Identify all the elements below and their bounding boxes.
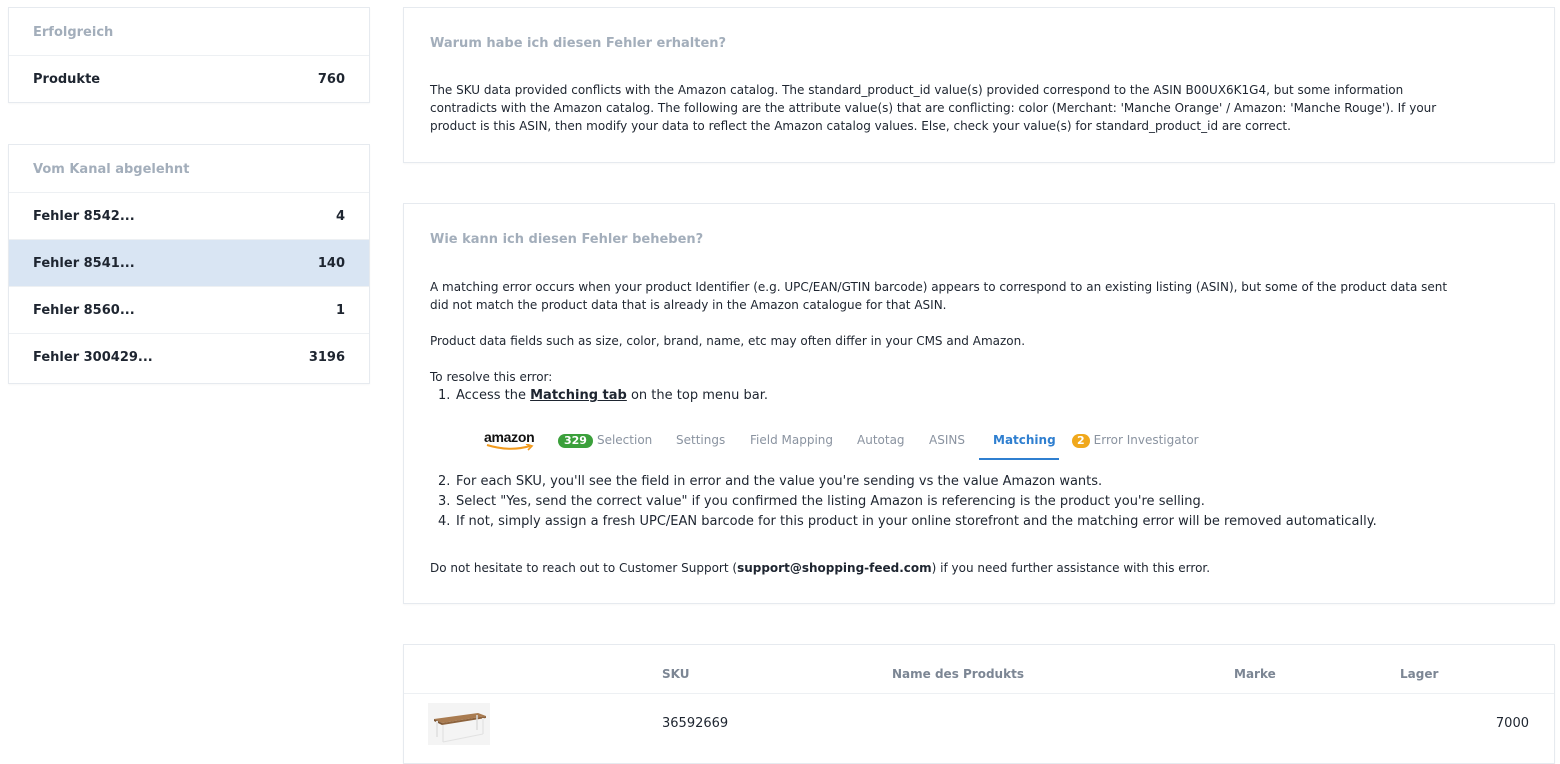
selection-count-badge: 329: [558, 433, 593, 448]
step-text: Select "Yes, send the correct value" if …: [456, 494, 1205, 509]
error-reason-line: product is this ASIN, then modify your d…: [430, 119, 1291, 133]
matching-explanation: A matching error occurs when your produc…: [430, 278, 1530, 314]
step-text-before: Access the: [456, 388, 531, 403]
matching-tab-link[interactable]: Matching tab: [530, 388, 627, 403]
tab-asins[interactable]: ASINS: [929, 418, 965, 462]
tab-selection[interactable]: 329 Selection: [558, 418, 652, 462]
step-number: 3.: [438, 494, 451, 509]
rejected-panel-title: Vom Kanal abgelehnt: [9, 145, 369, 193]
success-panel: Erfolgreich Produkte 760: [8, 7, 370, 103]
error-reason-title: Warum habe ich diesen Fehler erhalten?: [430, 36, 727, 51]
tab-matching[interactable]: Matching: [993, 418, 1056, 462]
product-thumbnail-table: [428, 703, 490, 745]
step-4: 4. If not, simply assign a fresh UPC/EAN …: [438, 512, 1377, 532]
column-header-product-name[interactable]: Name des Produkts: [892, 667, 1024, 681]
error-row-count: 140: [317, 255, 345, 271]
support-text-after: ) if you need further assistance with th…: [931, 561, 1211, 575]
amazon-smile-icon: [486, 444, 534, 451]
step-3: 3. Select "Yes, send the correct value" i…: [438, 492, 1205, 512]
success-panel-title: Erfolgreich: [9, 8, 369, 56]
error-row-count: 1: [335, 302, 345, 318]
success-row-products[interactable]: Produkte 760: [9, 56, 369, 103]
table-row[interactable]: 36592669 7000: [404, 694, 1554, 754]
error-count-badge: 2: [1072, 433, 1090, 448]
step-1: 1. Access the Matching tab on the top men…: [438, 386, 768, 406]
explanation-line: A matching error occurs when your produc…: [430, 280, 1448, 294]
column-header-sku[interactable]: SKU: [662, 667, 689, 681]
error-reason-card: Warum habe ich diesen Fehler erhalten? T…: [403, 7, 1555, 163]
step-text: If not, simply assign a fresh UPC/EAN ba…: [456, 514, 1377, 529]
success-row-count: 760: [317, 72, 345, 87]
column-header-stock[interactable]: Lager: [1400, 667, 1438, 681]
tab-selection-label: Selection: [596, 433, 653, 447]
tab-autotag[interactable]: Autotag: [857, 418, 905, 462]
success-row-label: Produkte: [33, 72, 101, 87]
error-reason-text: The SKU data provided conflicts with the…: [430, 81, 1530, 135]
active-tab-indicator: [979, 458, 1059, 460]
tab-settings[interactable]: Settings: [676, 418, 725, 462]
error-row-count: 3196: [308, 350, 345, 365]
error-fix-card: Wie kann ich diesen Fehler beheben? A ma…: [403, 203, 1555, 604]
step-text-after: on the top menu bar.: [626, 388, 768, 403]
step-number: 2.: [438, 474, 451, 489]
error-reason-line: contradicts with the Amazon catalog. The…: [430, 101, 1437, 115]
cell-stock: 7000: [1495, 716, 1529, 731]
error-row-count: 4: [335, 208, 345, 224]
error-row-label: Fehler 300429...: [33, 350, 153, 365]
explanation-line: did not match the product data that is a…: [430, 298, 947, 312]
step-text: For each SKU, you'll see the field in er…: [456, 474, 1103, 489]
product-table: SKU Name des Produkts Marke Lager 365926…: [403, 644, 1555, 764]
column-header-brand[interactable]: Marke: [1234, 667, 1276, 681]
amazon-logo: amazon: [484, 428, 540, 452]
marketplace-tab-bar: amazon 329 Selection Settings Field Mappi…: [482, 418, 1199, 462]
resolve-intro: To resolve this error:: [430, 370, 553, 384]
error-row[interactable]: Fehler 8542... 4: [9, 193, 369, 240]
amazon-logo-text: amazon: [484, 429, 535, 445]
error-row-label: Fehler 8542...: [33, 208, 135, 224]
support-note: Do not hesitate to reach out to Customer…: [430, 559, 1210, 577]
tab-error-investigator[interactable]: 2 Error Investigator: [1072, 418, 1199, 462]
tab-error-investigator-label: Error Investigator: [1093, 433, 1199, 447]
error-row-label: Fehler 8541...: [33, 255, 135, 271]
cell-sku: 36592669: [662, 716, 729, 731]
tab-field-mapping[interactable]: Field Mapping: [750, 418, 833, 462]
fields-differ-note: Product data fields such as size, color,…: [430, 334, 1026, 348]
error-fix-title: Wie kann ich diesen Fehler beheben?: [430, 232, 704, 247]
step-number: 4.: [438, 514, 451, 529]
error-row-selected[interactable]: Fehler 8541... 140: [9, 240, 369, 287]
support-email-link[interactable]: support@shopping-feed.com: [737, 561, 932, 575]
error-row-label: Fehler 8560...: [33, 302, 135, 318]
step-2: 2. For each SKU, you'll see the field in …: [438, 472, 1102, 492]
error-row[interactable]: Fehler 8560... 1: [9, 287, 369, 334]
step-number: 1.: [438, 388, 451, 403]
rejected-panel: Vom Kanal abgelehnt Fehler 8542... 4 Feh…: [8, 144, 370, 384]
error-reason-line: The SKU data provided conflicts with the…: [430, 83, 1404, 97]
error-row[interactable]: Fehler 300429... 3196: [9, 334, 369, 381]
support-text-before: Do not hesitate to reach out to Customer…: [430, 561, 738, 575]
